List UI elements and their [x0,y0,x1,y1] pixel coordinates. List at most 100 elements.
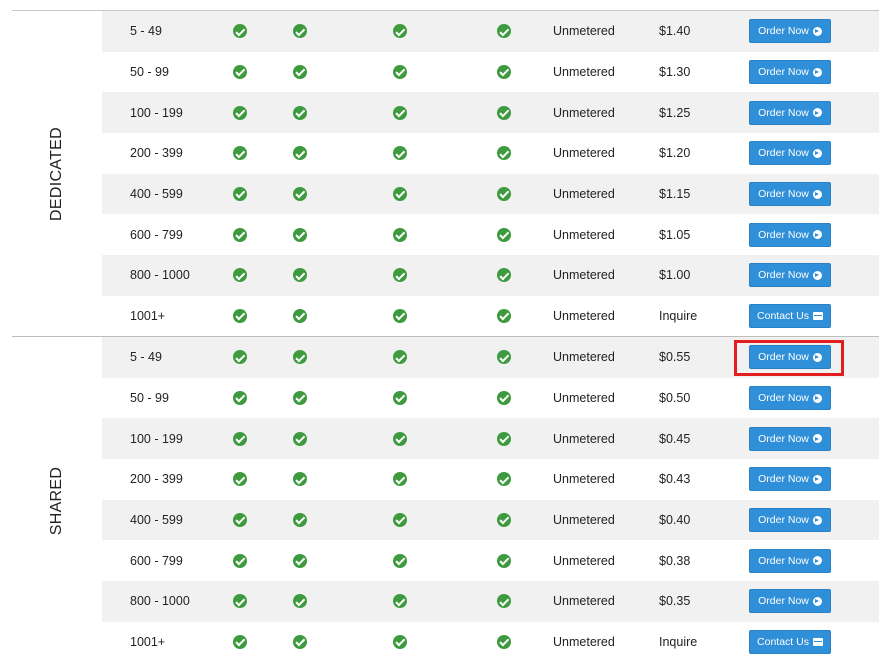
feature-cell [292,255,308,296]
bandwidth: Unmetered [553,350,615,365]
check-circle-icon [497,513,511,528]
check-circle-icon [293,635,307,650]
check-circle-icon [233,227,247,242]
check-circle-icon [233,553,247,568]
order-now-button[interactable]: Order Now [749,548,831,573]
order-now-button[interactable]: Order Now [749,141,831,166]
price: $0.40 [659,513,691,528]
table-row: 600 - 799 Unmetered $1.05 Order Now [102,214,879,255]
button-label: Order Now [758,392,809,405]
order-now-button[interactable]: Order Now [749,386,831,411]
check-circle-icon [497,65,511,80]
arrow-circle-right-icon [812,596,822,606]
order-now-button[interactable]: Order Now [749,182,831,207]
button-label: Order Now [758,473,809,486]
feature-cell [496,337,512,378]
order-now-button[interactable]: Order Now [749,589,831,614]
quantity-range: 400 - 599 [130,513,183,528]
arrow-circle-right-icon [812,556,822,566]
feature-cell [392,296,408,337]
table-row: 1001+ Unmetered Inquire Contact Us [102,622,879,663]
price: $1.00 [659,268,691,283]
feature-cell [392,11,408,52]
button-label: Order Now [758,66,809,79]
feature-cell [392,540,408,581]
bandwidth: Unmetered [553,309,615,324]
check-circle-icon [233,472,247,487]
check-circle-icon [293,105,307,120]
feature-cell [392,255,408,296]
check-circle-icon [393,431,407,446]
check-circle-icon [293,24,307,39]
check-circle-icon [393,594,407,609]
shared-group: SHARED 5 - 49 Unmetered $0.55 Order Now 50 -… [12,337,879,664]
quantity-range: 100 - 199 [130,105,183,120]
order-now-button[interactable]: Order Now [749,222,831,247]
check-circle-icon [233,24,247,39]
check-circle-icon [233,431,247,446]
pricing-table: DEDICATED 5 - 49 Unmetered $1.40 Order Now 5… [0,0,879,666]
table-row: 5 - 49 Unmetered $1.40 Order Now [102,11,879,52]
price: $1.20 [659,146,691,161]
feature-cell [392,622,408,663]
button-label: Order Now [758,106,809,119]
feature-cell [392,214,408,255]
contact-us-button[interactable]: Contact Us [749,630,831,655]
order-now-button[interactable]: Order Now [749,100,831,125]
check-circle-icon [293,391,307,406]
button-label: Order Now [758,228,809,241]
order-now-button[interactable]: Order Now [749,467,831,492]
table-row: 200 - 399 Unmetered $0.43 Order Now [102,459,879,500]
feature-cell [392,500,408,541]
button-label: Order Now [758,432,809,445]
envelope-icon [812,312,823,321]
order-now-button[interactable]: Order Now [749,263,831,288]
quantity-range: 1001+ [130,309,166,324]
feature-cell [292,214,308,255]
button-label: Order Now [758,25,809,38]
quantity-range: 600 - 799 [130,553,183,568]
feature-cell [292,11,308,52]
feature-cell [232,92,248,133]
feature-cell [496,378,512,419]
table-row: 800 - 1000 Unmetered $1.00 Order Now [102,255,879,296]
feature-cell [292,92,308,133]
bandwidth: Unmetered [553,268,615,283]
feature-cell [496,92,512,133]
check-circle-icon [497,268,511,283]
feature-cell [232,540,248,581]
feature-cell [292,540,308,581]
check-circle-icon [233,350,247,365]
order-now-button[interactable]: Order Now [749,19,831,44]
button-label: Order Now [758,188,809,201]
contact-us-button[interactable]: Contact Us [749,304,831,329]
price: $0.35 [659,594,691,609]
check-circle-icon [233,513,247,528]
table-row: 100 - 199 Unmetered $1.25 Order Now [102,92,879,134]
quantity-range: 5 - 49 [130,24,162,39]
check-circle-icon [233,594,247,609]
arrow-circle-right-icon [812,230,822,240]
order-now-button[interactable]: Order Now [749,60,831,85]
check-circle-icon [233,268,247,283]
check-circle-icon [293,350,307,365]
button-label: Order Now [758,595,809,608]
price: $1.25 [659,105,691,120]
order-now-button[interactable]: Order Now [749,508,831,533]
price: $0.45 [659,431,691,446]
arrow-circle-right-icon [812,270,822,280]
feature-cell [232,622,248,663]
order-now-button[interactable]: Order Now [749,426,831,451]
check-circle-icon [233,105,247,120]
feature-cell [392,418,408,459]
arrow-circle-right-icon [812,67,822,77]
check-circle-icon [393,24,407,39]
feature-cell [496,174,512,215]
feature-cell [496,622,512,663]
check-circle-icon [393,513,407,528]
group-label-cell: DEDICATED [12,11,102,336]
arrow-circle-right-icon [812,189,822,199]
check-circle-icon [497,431,511,446]
table-row: 50 - 99 Unmetered $1.30 Order Now [102,52,879,93]
price: $1.05 [659,227,691,242]
